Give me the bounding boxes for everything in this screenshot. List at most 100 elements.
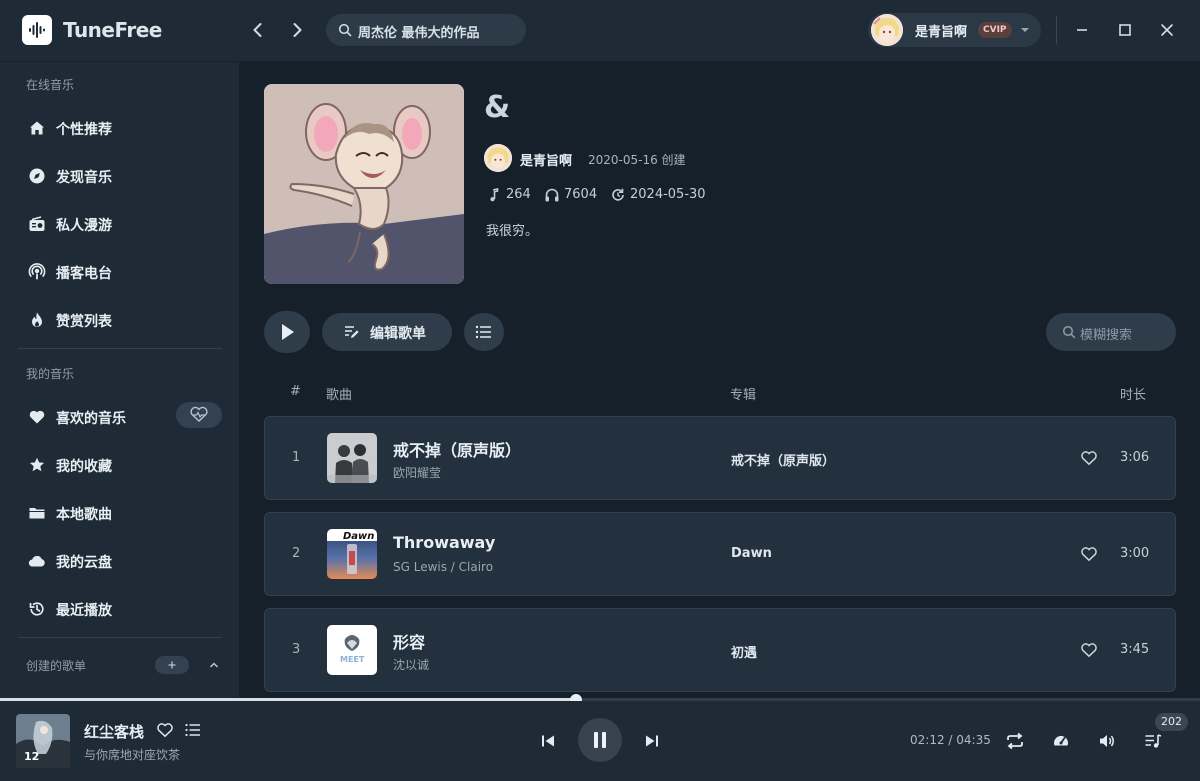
play-queue-icon[interactable]: [1144, 732, 1162, 750]
now-playing-title[interactable]: 红尘客栈: [84, 721, 144, 742]
created-date: 2020-05-16 创建: [588, 153, 686, 167]
cloud-icon: [28, 552, 46, 570]
heart-icon: [28, 408, 46, 426]
playlist-menu-icon[interactable]: [184, 722, 202, 738]
history-icon: [28, 600, 46, 618]
play-count: 7604: [544, 186, 604, 204]
like-heart-icon[interactable]: [156, 722, 174, 738]
maximize-icon[interactable]: [1117, 22, 1133, 38]
app-logo-icon: [22, 15, 52, 45]
sidebar-item-roaming[interactable]: 私人漫游: [18, 204, 222, 244]
like-heart-icon[interactable]: [1080, 546, 1098, 562]
track-title[interactable]: 戒不掉（原声版）: [393, 437, 521, 461]
minimize-icon[interactable]: [1074, 22, 1090, 38]
sidebar-item-liked[interactable]: 喜欢的音乐: [18, 397, 222, 437]
song-row[interactable]: 3 MEET 形容 沈以诚 初遇 3:45: [264, 608, 1176, 692]
sidebar-item-discover[interactable]: 发现音乐: [18, 156, 222, 196]
owner-name[interactable]: 是青旨啊: [520, 150, 572, 169]
playlist-title: &: [484, 90, 511, 125]
column-header-number: #: [290, 384, 301, 399]
track-artist[interactable]: 沈以诚: [393, 656, 429, 673]
playback-time: 02:12 / 04:35: [910, 733, 991, 747]
window-controls-divider: [1056, 16, 1057, 44]
sidebar-item-podcast[interactable]: 播客电台: [18, 252, 222, 292]
playlist-cover: [264, 84, 464, 284]
cover-text: Dawn: [343, 531, 374, 542]
speed-icon[interactable]: [1052, 732, 1070, 750]
chevron-up-icon[interactable]: [208, 659, 220, 671]
now-playing-cover[interactable]: 12: [16, 714, 70, 768]
user-name: 是青旨啊: [915, 25, 968, 40]
owner-avatar[interactable]: [484, 144, 512, 172]
like-heart-icon[interactable]: [1080, 450, 1098, 466]
sidebar-item-collection[interactable]: 我的收藏: [18, 445, 222, 485]
search-icon: [1062, 325, 1076, 339]
track-album[interactable]: 戒不掉（原声版）: [731, 450, 835, 469]
playlist-view: & 是青旨啊 2020-05-16 创建 264 7604 2024-05-30…: [240, 62, 1200, 698]
track-duration: 3:00: [1120, 546, 1150, 561]
music-note-icon: [486, 187, 502, 203]
track-number: 3: [292, 642, 301, 657]
user-avatar: [871, 14, 903, 46]
star-icon: [28, 456, 46, 474]
track-title[interactable]: Throwaway: [393, 533, 495, 552]
edit-playlist-button[interactable]: 编辑歌单: [322, 313, 452, 351]
section-created-playlists: 创建的歌单: [26, 659, 87, 673]
refresh-icon: [610, 187, 626, 203]
column-header-song[interactable]: 歌曲: [326, 384, 352, 403]
sidebar: 在线音乐 个性推荐 发现音乐 私人漫游 播客电台 赞赏列表 我的音乐 喜欢的音乐…: [0, 62, 240, 698]
forward-icon[interactable]: [287, 20, 307, 40]
sidebar-item-local[interactable]: 本地歌曲: [18, 493, 222, 533]
track-album[interactable]: Dawn: [731, 546, 772, 561]
track-album[interactable]: 初遇: [731, 642, 757, 661]
fuzzy-search-input[interactable]: 模糊搜索: [1046, 313, 1176, 351]
playlist-description: 我很穷。: [486, 224, 539, 239]
track-duration: 3:45: [1120, 642, 1150, 657]
close-icon[interactable]: [1159, 22, 1175, 38]
heartbeat-mode-button[interactable]: [176, 402, 222, 428]
edit-list-icon: [344, 325, 360, 339]
list-options-button[interactable]: [464, 313, 504, 351]
like-heart-icon[interactable]: [1080, 642, 1098, 658]
sidebar-divider: [18, 348, 222, 349]
track-artist[interactable]: 欧阳耀莹: [393, 464, 441, 481]
pause-button[interactable]: [578, 718, 622, 762]
sidebar-divider: [18, 637, 222, 638]
track-cover: Dawn: [327, 529, 377, 579]
global-search-input[interactable]: 周杰伦 最伟大的作品: [326, 14, 526, 46]
play-all-button[interactable]: [264, 311, 310, 353]
sidebar-item-label: 本地歌曲: [56, 507, 112, 523]
search-value: 周杰伦 最伟大的作品: [358, 26, 480, 41]
add-playlist-button[interactable]: [155, 656, 189, 674]
sidebar-item-label: 发现音乐: [56, 170, 112, 186]
volume-icon[interactable]: [1098, 732, 1116, 750]
sidebar-item-label: 赞赏列表: [56, 314, 112, 330]
cover-text: 12: [24, 750, 39, 763]
column-header-album[interactable]: 专辑: [730, 384, 756, 403]
column-header-duration[interactable]: 时长: [1120, 384, 1146, 403]
song-row[interactable]: 1 戒不掉（原声版） 欧阳耀莹 戒不掉（原声版） 3:06: [264, 416, 1176, 500]
vip-badge: CVIP: [978, 22, 1012, 38]
sidebar-item-recommend[interactable]: 个性推荐: [18, 108, 222, 148]
chevron-down-icon: [1020, 26, 1030, 34]
sidebar-item-label: 最近播放: [56, 603, 112, 619]
next-track-icon[interactable]: [643, 732, 661, 750]
sidebar-item-sponsor[interactable]: 赞赏列表: [18, 300, 222, 340]
song-row[interactable]: 2 Dawn Throwaway SG Lewis / Clairo Dawn …: [264, 512, 1176, 596]
radio-icon: [28, 215, 46, 233]
previous-track-icon[interactable]: [539, 732, 557, 750]
now-playing-artist[interactable]: 与你席地对座饮茶: [84, 746, 180, 763]
user-menu[interactable]: 是青旨啊 CVIP: [868, 13, 1041, 47]
sidebar-item-label: 私人漫游: [56, 218, 112, 234]
track-artist[interactable]: SG Lewis / Clairo: [393, 560, 493, 574]
sidebar-item-label: 我的云盘: [56, 555, 112, 571]
sidebar-item-recent[interactable]: 最近播放: [18, 589, 222, 629]
folder-icon: [28, 504, 46, 522]
sidebar-item-cloud[interactable]: 我的云盘: [18, 541, 222, 581]
track-title[interactable]: 形容: [393, 629, 425, 653]
back-icon[interactable]: [248, 20, 268, 40]
headphones-icon: [544, 187, 560, 203]
repeat-icon[interactable]: [1005, 732, 1025, 750]
player-bar: 12 红尘客栈 与你席地对座饮茶 02:12 / 04:35 202: [0, 701, 1200, 781]
sidebar-item-label: 个性推荐: [56, 122, 112, 138]
